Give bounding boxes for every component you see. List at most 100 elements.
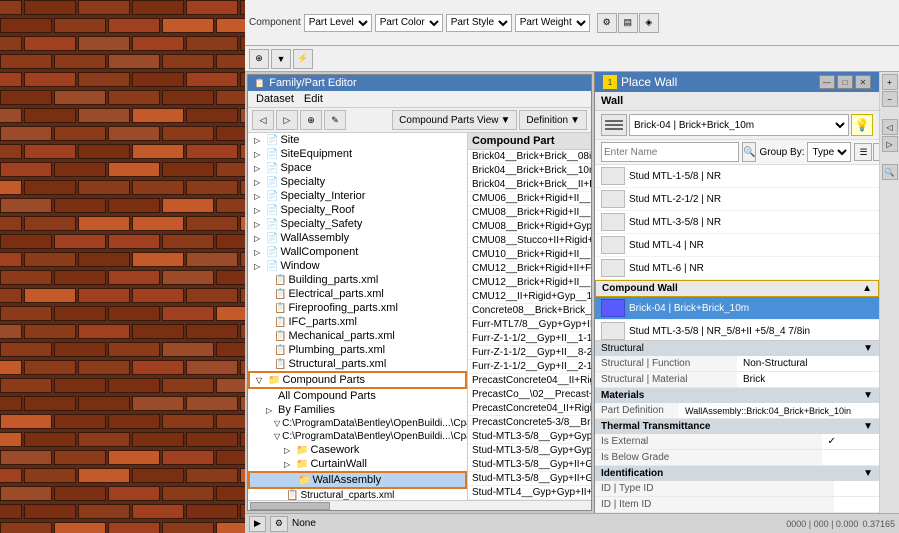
fpe-tb-btn2[interactable]: ▷ — [276, 110, 298, 130]
tree-item-ifc-parts[interactable]: 📋IFC_parts.xml — [248, 315, 467, 329]
cp-item-11[interactable]: Concrete08__Brick+Brick__8-E — [468, 304, 591, 318]
prop-value-external[interactable]: ✓ — [822, 434, 879, 450]
fpe-tb-btn3[interactable]: ⊕ — [300, 110, 322, 130]
search-button[interactable]: 🔍 — [742, 142, 756, 162]
tree-item-window[interactable]: ▷📄Window — [248, 259, 467, 273]
rt-btn-1[interactable]: + — [882, 74, 898, 90]
wall-item-stud-3[interactable]: Stud MTL-3-5/8 | NR — [595, 211, 879, 234]
tree-item-plumbing-parts[interactable]: 📋Plumbing_parts.xml — [248, 343, 467, 357]
tree-item-by-families[interactable]: ▷By Families — [248, 403, 467, 417]
identification-section-header[interactable]: Identification ▼ — [595, 466, 879, 481]
tree-item-siteequipment[interactable]: ▷📄SiteEquipment — [248, 147, 467, 161]
part-style-dropdown[interactable]: Part Style — [446, 14, 512, 32]
tb2-btn-1[interactable]: ⊕ — [249, 49, 269, 69]
tree-item-wallassembly[interactable]: ▷📄WallAssembly — [248, 231, 467, 245]
toolbar-btn-3[interactable]: ◈ — [639, 13, 659, 33]
rt-btn-5[interactable]: 🔍 — [882, 164, 898, 180]
definition-btn[interactable]: Definition ▼ — [519, 110, 587, 130]
structural-section-header[interactable]: Structural ▼ — [595, 341, 879, 356]
cp-item-22[interactable]: Stud-MTL3-5/8__Gyp+II+Gyp — [468, 458, 591, 472]
cp-item-15[interactable]: Furr-Z-1-1/2__Gyp+II__2-1/8in — [468, 360, 591, 374]
tree-item-wallcomponent[interactable]: ▷📄WallComponent — [248, 245, 467, 259]
part-weight-dropdown[interactable]: Part Weight — [515, 14, 590, 32]
cp-item-21[interactable]: Stud-MTL3-5/8__Gyp+Gyp+II — [468, 444, 591, 458]
cp-item-18[interactable]: PrecastConcrete04_II+Rigid- — [468, 402, 591, 416]
cp-item-12[interactable]: Furr-MTL7/8__Gyp+Gyp+II__2 — [468, 318, 591, 332]
wall-item-stud-2[interactable]: Stud MTL-2-1/2 | NR — [595, 188, 879, 211]
fpe-tb-btn4[interactable]: ✎ — [324, 110, 346, 130]
cp-item-17[interactable]: PrecastCo__\02__Precast+Rig — [468, 388, 591, 402]
materials-section-header[interactable]: Materials ▼ — [595, 388, 879, 403]
rt-btn-4[interactable]: ▷ — [882, 136, 898, 152]
pw-maximize-btn[interactable]: □ — [837, 75, 853, 89]
cp-item-24[interactable]: Stud-MTL4__Gyp+Gyp+II+Gyp-5 — [468, 486, 591, 500]
tree-item-cpart-1[interactable]: ▽C:\ProgramData\Bentley\OpenBuildi...\Cp… — [248, 417, 467, 430]
tree-item-space[interactable]: ▷📄Space — [248, 161, 467, 175]
cp-item-5[interactable]: CMU08__Brick+Rigid+Gyp__10-1 — [468, 220, 591, 234]
cp-item-23[interactable]: Stud-MTL3-5/8__Gyp+II+Gyp — [468, 472, 591, 486]
prop-value-item-id[interactable] — [834, 497, 879, 513]
wall-type-select[interactable]: Brick-04 | Brick+Brick_10m — [629, 114, 849, 136]
part-level-dropdown[interactable]: Part Level — [304, 14, 372, 32]
tree-item-fireproofing-parts[interactable]: 📋Fireproofing_parts.xml — [248, 301, 467, 315]
cp-item-20[interactable]: Stud-MTL3-5/8__Gyp+Gyp+II — [468, 430, 591, 444]
rt-btn-3[interactable]: ◁ — [882, 119, 898, 135]
prop-value-type-id[interactable] — [834, 481, 879, 497]
pw-minimize-btn[interactable]: — — [819, 75, 835, 89]
compound-item-2[interactable]: Stud MTL-3-5/8 | NR_5/8+II +5/8_4 7/8in — [595, 320, 879, 340]
cp-item-4[interactable]: CMU08__Brick+Rigid+II__14- — [468, 206, 591, 220]
tree-item-structural-parts[interactable]: 📋Structural_parts.xml — [248, 357, 467, 371]
status-btn-1[interactable]: ▶ — [249, 516, 266, 532]
fpe-tb-btn1[interactable]: ◁ — [252, 110, 274, 130]
tree-item-specialty-safety[interactable]: ▷📄Specialty_Safety — [248, 217, 467, 231]
tree-item-mechanical-parts[interactable]: 📋Mechanical_parts.xml — [248, 329, 467, 343]
cp-item-1[interactable]: Brick04__Brick+Brick__10m — [468, 164, 591, 178]
pw-close-btn[interactable]: ✕ — [855, 75, 871, 89]
rt-btn-2[interactable]: − — [882, 91, 898, 107]
tree-item-specialty-interior[interactable]: ▷📄Specialty_Interior — [248, 189, 467, 203]
cp-item-19[interactable]: PrecastConcrete5-3/8__Brick+She — [468, 416, 591, 430]
scroll-thumb[interactable] — [250, 502, 330, 510]
cp-item-13[interactable]: Furr-Z-1-1/2__Gyp+II__1-1/2in — [468, 332, 591, 346]
hint-button[interactable]: 💡 — [851, 114, 873, 136]
list-view-btn[interactable]: ☰ — [854, 143, 872, 161]
status-btn-2[interactable]: ⚙ — [270, 516, 288, 532]
wall-item-stud-4[interactable]: Stud MTL-4 | NR — [595, 234, 879, 257]
wall-item-stud-1[interactable]: Stud MTL-1-5/8 | NR — [595, 165, 879, 188]
tree-item-site[interactable]: ▷📄Site — [248, 133, 467, 147]
tree-item-all-compound[interactable]: All Compound Parts — [248, 389, 467, 403]
prop-value-below-grade[interactable] — [822, 450, 879, 466]
tree-item-wallassembly-selected[interactable]: 📁WallAssembly — [248, 471, 467, 489]
prop-value-material[interactable]: Brick — [737, 372, 879, 388]
compound-wall-section-header[interactable]: Compound Wall ▲ — [595, 280, 879, 297]
compound-parts-view-btn[interactable]: Compound Parts View ▼ — [392, 110, 517, 130]
tree-item-curtainwall[interactable]: ▷📁CurtainWall — [248, 457, 467, 471]
compound-item-selected[interactable]: Brick-04 | Brick+Brick_10m — [595, 297, 879, 320]
tb2-btn-2[interactable]: ▼ — [271, 49, 291, 69]
fpe-menu-dataset[interactable]: Dataset — [252, 92, 298, 106]
toolbar-btn-1[interactable]: ⚙ — [597, 13, 617, 33]
cp-item-7[interactable]: CMU10__Brick+Rigid+II__17in — [468, 248, 591, 262]
tree-item-electrical-parts[interactable]: 📋Electrical_parts.xml — [248, 287, 467, 301]
cp-item-14[interactable]: Furr-Z-1-1/2__Gyp+II__8-2 — [468, 346, 591, 360]
cp-item-8[interactable]: CMU12__Brick+Rigid+II+Furr — [468, 262, 591, 276]
prop-value-partdef[interactable]: WallAssembly::Brick:04_Brick+Brick_10in — [679, 403, 879, 419]
cp-item-3[interactable]: CMU06__Brick+Rigid+II__12-1 — [468, 192, 591, 206]
tree-item-cpart-2[interactable]: ▽C:\ProgramData\Bentley\OpenBuildi...\Cp… — [248, 430, 467, 443]
tree-item-specialty-roof[interactable]: ▷📄Specialty_Roof — [248, 203, 467, 217]
part-color-dropdown[interactable]: Part Color — [375, 14, 443, 32]
cp-item-2[interactable]: Brick04__Brick+Brick__II+Furr — [468, 178, 591, 192]
cp-item-6[interactable]: CMU08__Stucco+II+Rigid+G — [468, 234, 591, 248]
group-by-select[interactable]: Type — [807, 142, 851, 162]
cp-item-16[interactable]: PrecastConcrete04__II+Rigid+G — [468, 374, 591, 388]
tree-item-structural-cparts[interactable]: 📋Structural_cparts.xml — [248, 489, 467, 500]
tree-item-casework[interactable]: ▷📁Casework — [248, 443, 467, 457]
tree-item-compound-parts[interactable]: ▽📁Compound Parts — [248, 371, 467, 389]
prop-value-function[interactable]: Non-Structural — [737, 356, 879, 372]
horizontal-scrollbar[interactable] — [248, 500, 591, 510]
tb2-btn-3[interactable]: ⚡ — [293, 49, 313, 69]
cp-item-0[interactable]: Brick04__Brick+Brick__08in — [468, 150, 591, 164]
thermal-section-header[interactable]: Thermal Transmittance ▼ — [595, 419, 879, 434]
tree-item-building-parts[interactable]: 📋Building_parts.xml — [248, 273, 467, 287]
toolbar-btn-2[interactable]: ▤ — [618, 13, 638, 33]
